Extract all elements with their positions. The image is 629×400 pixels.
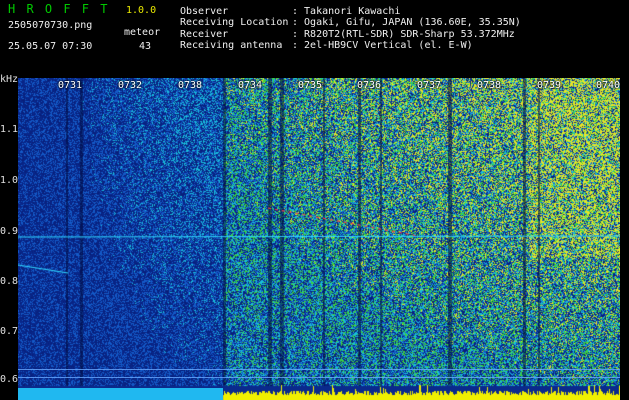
time-tick-label: 0734 bbox=[238, 80, 263, 91]
freq-tick-label: 0.7 bbox=[0, 326, 19, 337]
meteor-count: 43 bbox=[139, 41, 152, 52]
info-label-location: Receiving Location bbox=[180, 17, 289, 28]
freq-unit-label: kHz bbox=[0, 74, 19, 85]
time-tick-label: 0735 bbox=[298, 80, 323, 91]
info-label-observer: Observer bbox=[180, 6, 229, 17]
spectrogram-canvas bbox=[18, 78, 620, 400]
freq-tick-label: 0.9 bbox=[0, 226, 19, 237]
info-value-receiver: : R820T2(RTL-SDR) SDR-Sharp 53.372MHz bbox=[292, 29, 515, 40]
reference-line bbox=[18, 369, 620, 370]
freq-tick-label: 1.0 bbox=[0, 175, 19, 186]
spectrogram-panel bbox=[18, 78, 620, 400]
time-tick-label: 0740 bbox=[596, 80, 621, 91]
power-bar-cyan bbox=[18, 388, 223, 400]
freq-tick-label: 1.1 bbox=[0, 124, 19, 135]
time-tick-label: 0738 bbox=[477, 80, 502, 91]
hrofft-screen: H R O F F T 1.0.0 2505070730.png meteor … bbox=[0, 0, 629, 400]
time-tick-label: 0736 bbox=[357, 80, 382, 91]
freq-tick-label: 0.6 bbox=[0, 374, 19, 385]
time-tick-label: 0739 bbox=[537, 80, 562, 91]
info-value-antenna: : 2el-HB9CV Vertical (el. E-W) bbox=[292, 40, 473, 51]
freq-tick-label: 0.8 bbox=[0, 276, 19, 287]
time-tick-label: 0737 bbox=[417, 80, 442, 91]
time-tick-label: 0731 bbox=[58, 80, 83, 91]
meteor-label: meteor bbox=[124, 27, 161, 38]
time-tick-label: 0732 bbox=[118, 80, 143, 91]
app-version: 1.0.0 bbox=[126, 5, 157, 16]
info-label-receiver: Receiver bbox=[180, 29, 229, 40]
info-value-location: : Ogaki, Gifu, JAPAN (136.60E, 35.35N) bbox=[292, 17, 521, 28]
info-value-observer: : Takanori Kawachi bbox=[292, 6, 401, 17]
image-filename: 2505070730.png bbox=[8, 20, 93, 31]
capture-datetime: 25.05.07 07:30 bbox=[8, 41, 93, 52]
reference-line bbox=[18, 377, 620, 378]
info-label-antenna: Receiving antenna bbox=[180, 40, 283, 51]
time-tick-label: 0738 bbox=[178, 80, 203, 91]
app-brand: H R O F F T bbox=[8, 2, 110, 16]
